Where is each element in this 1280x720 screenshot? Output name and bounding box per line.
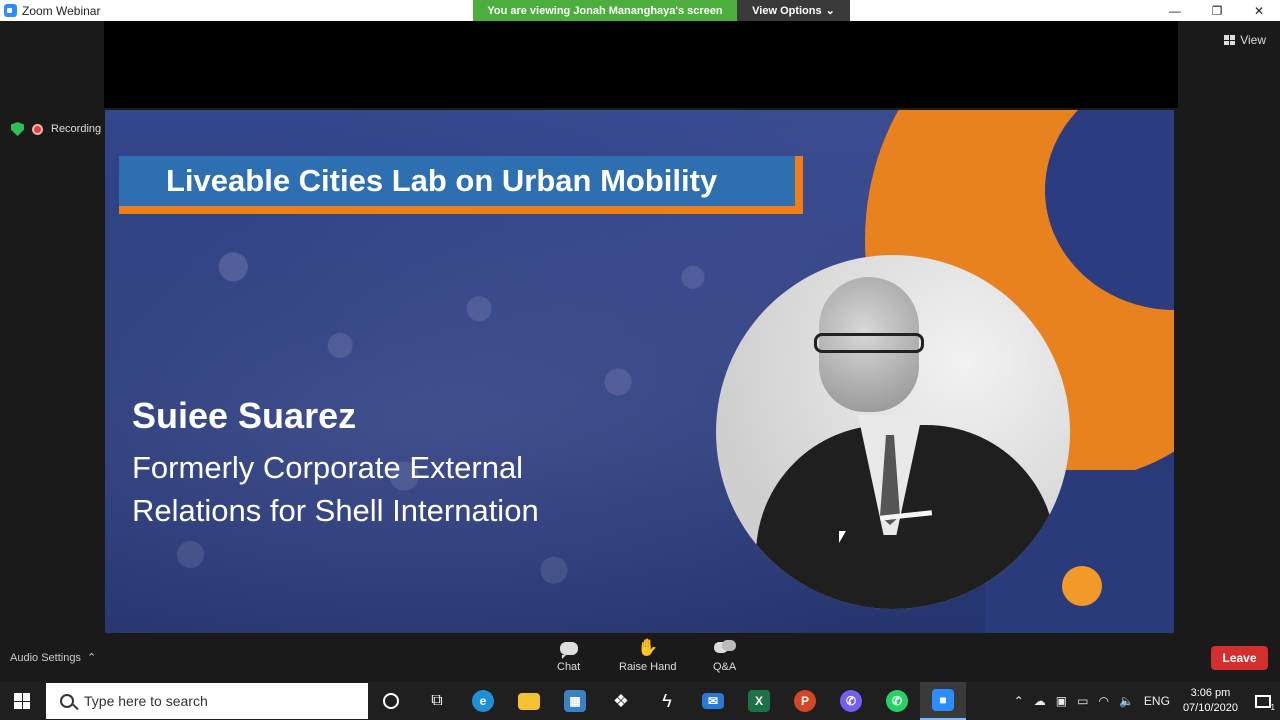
raise-hand-button[interactable]: ✋ Raise Hand xyxy=(619,638,677,673)
leave-button[interactable]: Leave xyxy=(1211,646,1268,670)
minimize-icon: — xyxy=(1169,3,1181,18)
recording-label: Recording xyxy=(51,123,102,135)
chevron-down-icon: ⌄ xyxy=(825,5,835,17)
taskbar-store[interactable]: ▦ xyxy=(552,682,598,720)
shield-icon[interactable] xyxy=(11,122,24,136)
search-icon xyxy=(60,694,74,708)
zoom-logo-icon xyxy=(4,4,17,17)
view-label: View xyxy=(1240,33,1266,47)
windows-logo-icon xyxy=(14,693,30,709)
tray-app-icon[interactable]: ▣ xyxy=(1051,694,1072,708)
window-titlebar: Zoom Webinar You are viewing Jonah Manan… xyxy=(0,0,1280,21)
taskbar-viber[interactable]: ✆ xyxy=(828,682,874,720)
speaker-portrait xyxy=(716,255,1070,609)
dropbox-icon: ❖ xyxy=(612,690,630,711)
notification-icon: 1 xyxy=(1255,694,1275,712)
zoom-camera-icon: ■ xyxy=(932,689,954,711)
clock-date: 07/10/2020 xyxy=(1182,702,1238,714)
close-button[interactable]: ✕ xyxy=(1238,0,1280,21)
taskbar-powerpoint[interactable]: P xyxy=(782,682,828,720)
view-button[interactable]: View xyxy=(1224,33,1266,47)
audio-settings-label: Audio Settings xyxy=(10,651,81,664)
taskbar-file-explorer[interactable] xyxy=(506,682,552,720)
taskbar-whatsapp[interactable]: ✆ xyxy=(874,682,920,720)
system-tray: ⌃ ☁ ▣ ▭ ◠ 🔈 ENG 3:06 pm 07/10/2020 1 xyxy=(1009,682,1280,720)
chevron-up-icon: ⌃ xyxy=(86,652,97,664)
chat-icon xyxy=(558,639,580,659)
app-title: Zoom Webinar xyxy=(22,3,101,18)
meeting-main-area: View Recording Liveable Cities Lab on Ur… xyxy=(0,21,1280,633)
powerpoint-icon: P xyxy=(794,690,816,712)
qa-label: Q&A xyxy=(713,661,737,673)
viewing-screen-banner: You are viewing Jonah Mananghaya's scree… xyxy=(473,0,737,21)
recording-indicator: Recording xyxy=(11,122,101,136)
excel-icon: X xyxy=(748,690,770,712)
edge-browser-icon: e xyxy=(472,690,494,712)
audio-settings-button[interactable]: Audio Settings ⌃ xyxy=(10,651,97,665)
start-button[interactable] xyxy=(0,682,44,720)
volume-icon[interactable]: 🔈 xyxy=(1114,694,1139,708)
meeting-toolbar: Audio Settings ⌃ Chat ✋ Raise Hand Q&A L… xyxy=(0,633,1280,682)
orange-decor-dot xyxy=(1062,566,1102,606)
hand-icon: ✋ xyxy=(637,638,659,657)
cortana-button[interactable] xyxy=(368,682,414,720)
slide-title-banner: Liveable Cities Lab on Urban Mobility xyxy=(119,156,803,214)
whatsapp-icon: ✆ xyxy=(886,690,908,712)
shared-screen-slide: Liveable Cities Lab on Urban Mobility Su… xyxy=(105,110,1174,633)
viber-icon: ✆ xyxy=(840,690,862,712)
cortana-circle-icon xyxy=(383,693,399,709)
onedrive-cloud-icon[interactable]: ☁ xyxy=(1029,694,1051,708)
qa-button[interactable]: Q&A xyxy=(713,639,736,673)
taskbar-search-box[interactable]: Type here to search xyxy=(46,683,368,719)
grid-view-icon xyxy=(1224,35,1236,45)
speaker-role-line2: Relations for Shell Internation xyxy=(132,493,539,528)
battery-icon[interactable]: ▭ xyxy=(1072,694,1093,708)
lightning-app-icon: ϟ xyxy=(662,690,672,711)
chat-button[interactable]: Chat xyxy=(557,639,580,673)
tray-expand-chevron-icon[interactable]: ⌃ xyxy=(1009,694,1029,708)
mail-envelope-icon: ✉ xyxy=(702,693,724,709)
speaker-name: Suiee Suarez xyxy=(132,395,357,436)
folder-icon xyxy=(518,692,540,710)
app-title-area: Zoom Webinar xyxy=(0,0,100,21)
view-options-label: View Options xyxy=(752,4,822,17)
taskbar-excel[interactable]: X xyxy=(736,682,782,720)
task-view-button[interactable]: ⧉ xyxy=(414,682,460,720)
mouse-cursor-icon xyxy=(839,531,846,543)
taskbar-dropbox[interactable]: ❖ xyxy=(598,682,644,720)
close-icon: ✕ xyxy=(1253,3,1265,18)
taskbar-pinned-apps: ⧉ e ▦ ❖ ϟ ✉ X P ✆ ✆ ■ xyxy=(368,682,966,720)
taskbar-edge[interactable]: e xyxy=(460,682,506,720)
window-controls: — ❐ ✕ xyxy=(1154,0,1280,21)
language-indicator[interactable]: ENG xyxy=(1139,694,1175,708)
slide-title: Liveable Cities Lab on Urban Mobility xyxy=(166,163,718,198)
taskbar-winamp[interactable]: ϟ xyxy=(644,682,690,720)
wifi-icon[interactable]: ◠ xyxy=(1093,694,1113,708)
taskbar-mail[interactable]: ✉ xyxy=(690,682,736,720)
notification-count: 1 xyxy=(1270,702,1275,712)
speaker-role-line1: Formerly Corporate External xyxy=(132,450,524,485)
speaker-role: Formerly Corporate External Relations fo… xyxy=(132,446,539,532)
letterbox-top xyxy=(104,21,1178,108)
portrait-glasses xyxy=(814,333,924,353)
qa-icon xyxy=(713,639,736,657)
search-placeholder: Type here to search xyxy=(84,693,208,709)
chat-label: Chat xyxy=(557,661,581,673)
windows-taskbar: Type here to search ⧉ e ▦ ❖ ϟ ✉ X P ✆ ✆ … xyxy=(0,682,1280,720)
recording-dot-icon xyxy=(32,123,43,135)
view-options-button[interactable]: View Options ⌄ xyxy=(737,0,850,21)
restore-button[interactable]: ❐ xyxy=(1196,0,1238,21)
raise-hand-label: Raise Hand xyxy=(619,661,677,673)
minimize-button[interactable]: — xyxy=(1154,0,1196,21)
action-center-button[interactable]: 1 xyxy=(1246,682,1280,720)
taskbar-clock[interactable]: 3:06 pm 07/10/2020 xyxy=(1175,686,1246,716)
clock-time: 3:06 pm xyxy=(1190,687,1231,699)
store-bag-icon: ▦ xyxy=(564,690,586,712)
taskbar-zoom[interactable]: ■ xyxy=(920,682,966,720)
restore-icon: ❐ xyxy=(1211,3,1223,18)
task-view-icon: ⧉ xyxy=(431,692,443,709)
